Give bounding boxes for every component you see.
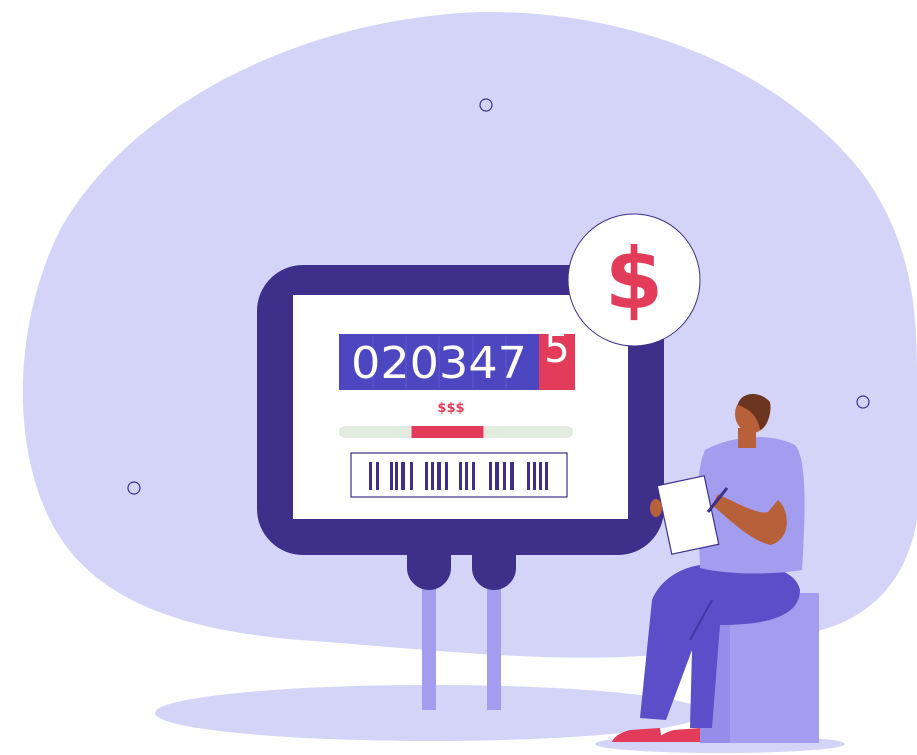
dollar-badge: $ [567,213,701,347]
usage-bar [339,426,573,438]
dollar-icon: $ [605,230,663,328]
rolling-digit: 5 [544,326,569,372]
utility-meter-illustration: 020347 5 $$$ $ [22,11,917,753]
usage-fill [411,426,484,438]
meter-counter: 020347 5 [339,326,575,390]
person-shoe [656,728,700,742]
price-label: $$$ [437,401,464,416]
barcode-icon [350,452,568,498]
meter-reading: 020347 [351,338,527,389]
